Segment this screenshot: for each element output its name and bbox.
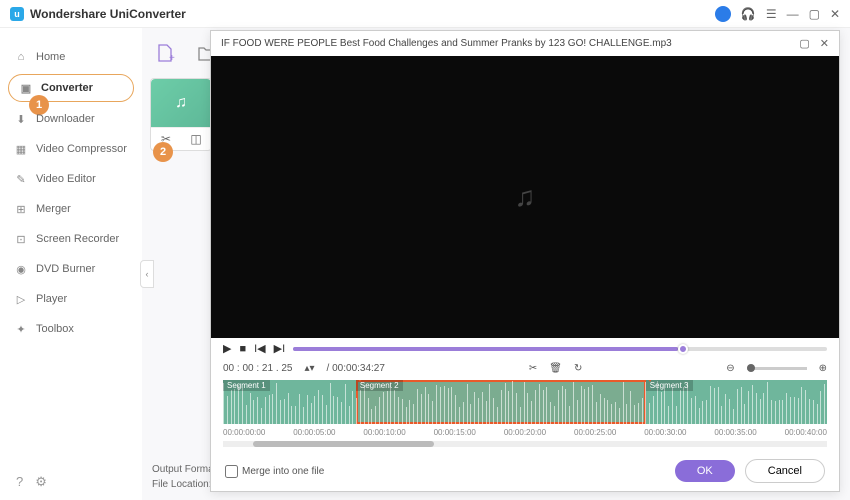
sidebar: ⌂Home▣Converter1⬇Downloader▦Video Compre… [0,28,142,500]
timebar: 00 : 00 : 21 . 25 ▴▾ / 00:00:34:27 ✂ 🗑 ↻… [211,359,839,378]
minimize-icon[interactable]: — [787,7,799,21]
ruler-tick: 00:00:35:00 [714,428,756,437]
cancel-button[interactable]: Cancel [745,459,825,483]
sidebar-icon: ◉ [14,262,28,276]
modal-maximize-icon[interactable]: ▢ [799,37,809,50]
sidebar-item-merger[interactable]: ⊞ Merger [0,194,142,224]
titlebar-left: u Wondershare UniConverter [10,7,186,21]
ruler-tick: 00:00:30:00 [644,428,686,437]
sidebar-item-label: Toolbox [36,323,74,335]
scissors-icon[interactable]: ✂ [529,363,537,374]
sidebar-item-label: Video Editor [36,173,96,185]
video-preview: ♫ [211,56,839,338]
sidebar-icon: ▷ [14,292,28,306]
audio-placeholder-icon: ♫ [515,181,536,213]
modal-footer: Merge into one file OK Cancel [211,451,839,491]
sidebar-item-downloader[interactable]: ⬇ Downloader [0,104,142,134]
waveform[interactable]: Segment 1Segment 2Segment 3 [223,380,827,424]
app-title: Wondershare UniConverter [30,7,186,21]
collapse-sidebar[interactable]: ‹ [140,260,154,288]
sidebar-item-home[interactable]: ⌂ Home [0,42,142,72]
sidebar-item-video-compressor[interactable]: ▦ Video Compressor [0,134,142,164]
titlebar-right: 🎧 ☰ — ▢ ✕ [715,6,840,22]
sidebar-item-label: DVD Burner [36,263,95,275]
prev-button[interactable]: I◀ [254,342,266,355]
ruler-tick: 00:00:40:00 [785,428,827,437]
sidebar-item-dvd-burner[interactable]: ◉ DVD Burner [0,254,142,284]
sidebar-icon: ▣ [19,81,33,95]
sidebar-item-toolbox[interactable]: ✦ Toolbox [0,314,142,344]
sidebar-item-screen-recorder[interactable]: ⊡ Screen Recorder [0,224,142,254]
zoom-in-icon[interactable]: ⊕ [819,363,827,374]
bottom-icons: ? ⚙ [16,474,47,490]
annotation-badge-2: 2 [153,142,173,162]
sidebar-icon: ⬇ [14,112,28,126]
sidebar-item-converter[interactable]: ▣Converter1 [8,74,134,102]
sidebar-icon: ▦ [14,142,28,156]
scroll-thumb[interactable] [253,441,434,447]
progress-handle[interactable] [678,344,688,354]
ruler-tick: 00:00:25:00 [574,428,616,437]
ruler-tick: 00:00:15:00 [434,428,476,437]
sidebar-item-label: Converter [41,82,93,94]
reset-icon[interactable]: ↻ [574,363,582,374]
sidebar-item-label: Merger [36,203,71,215]
zoom-slider[interactable] [747,367,807,370]
progress-fill [293,347,677,351]
media-thumb: ♫ [151,79,211,127]
music-icon: ♫ [175,94,187,112]
add-file-icon[interactable]: + [154,42,176,64]
sidebar-item-label: Downloader [36,113,95,125]
marker-start[interactable] [356,380,364,384]
sidebar-icon: ✎ [14,172,28,186]
sidebar-item-label: Home [36,51,65,63]
total-time: / 00:00:34:27 [327,363,385,374]
segment-label: Segment 1 [223,380,270,391]
sidebar-icon: ⊞ [14,202,28,216]
ruler-tick: 00:00:10:00 [363,428,405,437]
ok-button[interactable]: OK [675,460,735,482]
headset-icon[interactable]: 🎧 [741,7,756,21]
merge-checkbox[interactable]: Merge into one file [225,465,324,478]
titlebar: u Wondershare UniConverter 🎧 ☰ — ▢ ✕ [0,0,850,28]
settings-icon[interactable]: ⚙ [35,474,47,490]
marker-end[interactable] [646,380,654,384]
current-time[interactable]: 00 : 00 : 21 . 25 [223,363,293,374]
maximize-icon[interactable]: ▢ [809,7,820,21]
svg-text:+: + [169,53,175,63]
trim-modal: IF FOOD WERE PEOPLE Best Food Challenges… [210,30,840,492]
next-button[interactable]: ▶I [274,342,286,355]
modal-title-text: IF FOOD WERE PEOPLE Best Food Challenges… [221,38,672,49]
modal-titlebar: IF FOOD WERE PEOPLE Best Food Challenges… [211,31,839,56]
close-icon[interactable]: ✕ [830,7,840,21]
sidebar-item-label: Screen Recorder [36,233,119,245]
timeline-scrollbar[interactable] [223,441,827,447]
card-actions: ✂ ◫ 2 [151,127,211,150]
app-logo: u [10,7,24,21]
sidebar-item-video-editor[interactable]: ✎ Video Editor [0,164,142,194]
time-ruler: 00:00:00:00 00:00:05:00 00:00:10:00 00:00:1… [211,428,839,437]
help-icon[interactable]: ? [16,474,23,490]
sidebar-item-player[interactable]: ▷ Player [0,284,142,314]
sidebar-item-label: Video Compressor [36,143,127,155]
sidebar-item-label: Player [36,293,67,305]
sidebar-icon: ✦ [14,322,28,336]
delete-icon[interactable]: 🗑 [549,363,562,374]
sidebar-icon: ⊡ [14,232,28,246]
modal-close-icon[interactable]: ✕ [820,37,829,50]
media-card[interactable]: ♫ ✂ ◫ 2 [150,78,212,151]
stop-button[interactable]: ■ [239,343,246,355]
playback-controls: ▶ ■ I◀ ▶I [211,338,839,359]
sidebar-icon: ⌂ [14,50,28,64]
ruler-tick: 00:00:00:00 [223,428,265,437]
ruler-tick: 00:00:20:00 [504,428,546,437]
play-button[interactable]: ▶ [223,342,231,355]
avatar[interactable] [715,6,731,22]
ruler-tick: 00:00:05:00 [293,428,335,437]
zoom-out-icon[interactable]: ⊖ [726,363,734,374]
progress-bar[interactable] [293,347,827,351]
menu-icon[interactable]: ☰ [766,7,777,21]
crop-action[interactable]: ◫ [181,128,211,150]
time-stepper[interactable]: ▴▾ [305,363,315,374]
